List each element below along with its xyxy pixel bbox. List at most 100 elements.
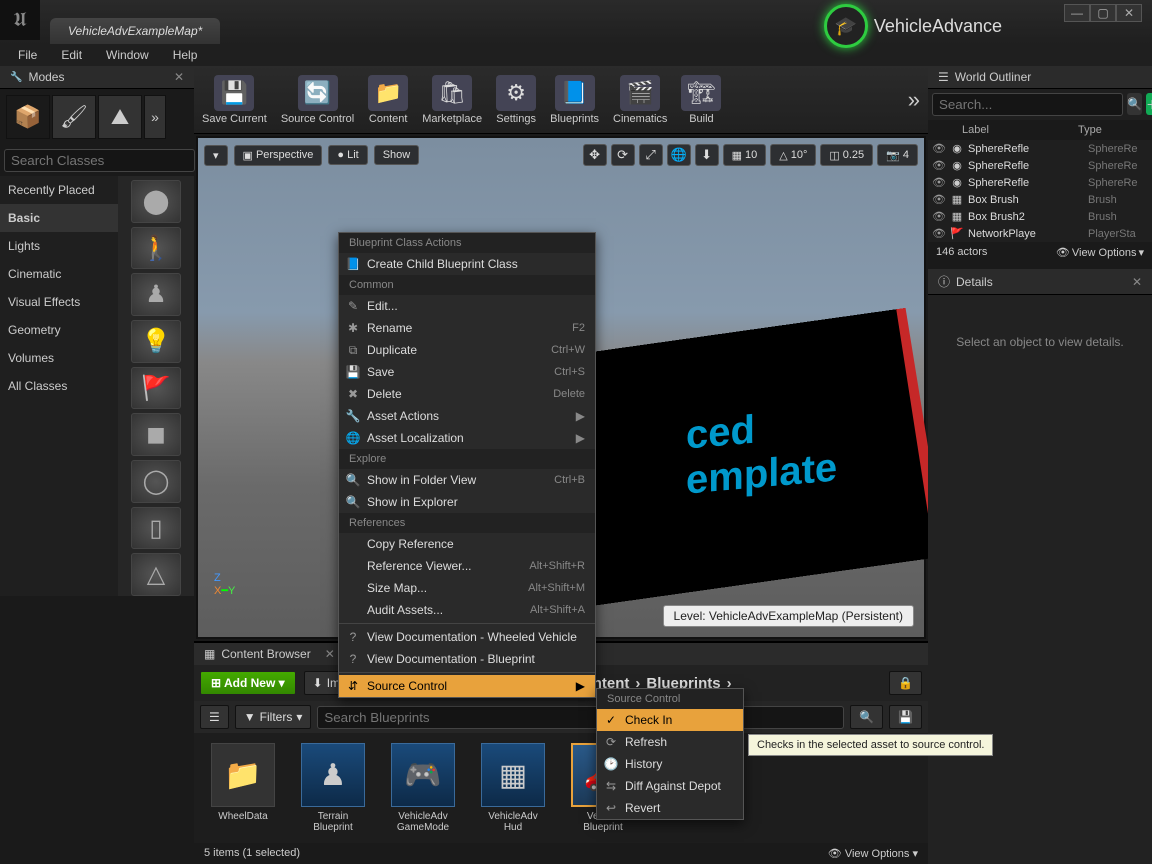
menu-file[interactable]: File: [8, 46, 47, 64]
grid-snap-button[interactable]: ▦ 10: [723, 144, 767, 166]
outliner-row[interactable]: 👁▦Box Brush2Brush: [928, 208, 1152, 225]
ctx-show-folder[interactable]: 🔍Show in Folder ViewCtrl+B: [339, 469, 595, 491]
place-mode-button[interactable]: 📦: [6, 95, 50, 139]
cat-volumes[interactable]: Volumes: [0, 344, 118, 372]
cat-geometry[interactable]: Geometry: [0, 316, 118, 344]
tutorial-hat-icon[interactable]: 🎓: [824, 4, 868, 48]
ctx-asset-localization[interactable]: 🌐Asset Localization▶: [339, 427, 595, 449]
ctx-audit-assets[interactable]: Audit Assets...Alt+Shift+A: [339, 599, 595, 621]
placeable-sphere2[interactable]: ◯: [131, 460, 181, 503]
settings-button[interactable]: ⚙Settings: [496, 75, 536, 125]
add-new-button[interactable]: ⊞ Add New ▾: [200, 671, 296, 695]
outliner-row[interactable]: 👁◉SphereRefleSphereRe: [928, 157, 1152, 174]
scale-snap-button[interactable]: ◫ 0.25: [820, 144, 873, 166]
marketplace-button[interactable]: 🛍Marketplace: [422, 75, 482, 125]
outliner-row[interactable]: 👁🚩NetworkPlayePlayerSta: [928, 225, 1152, 242]
cb-search-input[interactable]: [317, 706, 844, 729]
outliner-row[interactable]: 👁◉SphereRefleSphereRe: [928, 140, 1152, 157]
ctx-edit[interactable]: ✎Edit...: [339, 295, 595, 317]
ctx-rename[interactable]: ✱RenameF2: [339, 317, 595, 339]
submenu-diff[interactable]: ⇆Diff Against Depot: [597, 775, 743, 797]
eye-icon[interactable]: 👁: [932, 142, 946, 155]
build-button[interactable]: 🏗Build: [681, 75, 721, 125]
eye-icon[interactable]: 👁: [932, 210, 946, 223]
ctx-doc-blueprint[interactable]: ?View Documentation - Blueprint: [339, 648, 595, 670]
perspective-button[interactable]: ▣ Perspective: [234, 145, 323, 166]
submenu-check-in[interactable]: ✓Check In: [597, 709, 743, 731]
ue-logo[interactable]: 𝖀: [0, 0, 40, 40]
ctx-size-map[interactable]: Size Map...Alt+Shift+M: [339, 577, 595, 599]
cb-search-icon[interactable]: 🔍: [850, 705, 883, 729]
ctx-show-explorer[interactable]: 🔍Show in Explorer: [339, 491, 595, 513]
maximize-button[interactable]: ▢: [1090, 4, 1116, 22]
modes-search-input[interactable]: [4, 149, 195, 172]
ctx-asset-actions[interactable]: 🔧Asset Actions▶: [339, 405, 595, 427]
cat-cinematic[interactable]: Cinematic: [0, 260, 118, 288]
placeable-cube[interactable]: ◼: [131, 413, 181, 456]
surface-snap-button[interactable]: ⬇: [695, 144, 719, 166]
placeable-cone[interactable]: △: [131, 553, 181, 596]
outliner-search-input[interactable]: [932, 93, 1123, 116]
cat-basic[interactable]: Basic: [0, 204, 118, 232]
translate-tool-button[interactable]: ✥: [583, 144, 607, 166]
camera-speed-button[interactable]: 📷 4: [877, 144, 918, 166]
cat-recently-placed[interactable]: Recently Placed: [0, 176, 118, 204]
content-browser-close-icon[interactable]: ✕: [325, 647, 335, 661]
sources-button[interactable]: ☰: [200, 705, 229, 729]
outliner-view-options[interactable]: 👁 View Options ▾: [1056, 246, 1144, 259]
placeable-pointlight[interactable]: 💡: [131, 320, 181, 363]
col-label[interactable]: Label: [932, 124, 1078, 136]
ctx-copy-reference[interactable]: Copy Reference: [339, 533, 595, 555]
submenu-refresh[interactable]: ⟳Refresh: [597, 731, 743, 753]
cat-all-classes[interactable]: All Classes: [0, 372, 118, 400]
cat-visual-effects[interactable]: Visual Effects: [0, 288, 118, 316]
cinematics-button[interactable]: 🎬Cinematics: [613, 75, 667, 125]
asset-wheeldata[interactable]: 📁 WheelData: [208, 743, 278, 833]
save-current-button[interactable]: 💾Save Current: [202, 75, 267, 125]
close-button[interactable]: ✕: [1116, 4, 1142, 22]
outliner-row[interactable]: 👁◉SphereRefleSphereRe: [928, 174, 1152, 191]
ctx-source-control[interactable]: ⇵Source Control▶: [339, 675, 595, 697]
lit-button[interactable]: ● Lit: [328, 145, 367, 165]
details-close-icon[interactable]: ✕: [1132, 275, 1142, 289]
world-local-button[interactable]: 🌐: [667, 144, 691, 166]
eye-icon[interactable]: 👁: [932, 193, 946, 206]
source-control-button[interactable]: 🔄Source Control: [281, 75, 354, 125]
ctx-reference-viewer[interactable]: Reference Viewer...Alt+Shift+R: [339, 555, 595, 577]
modes-tab[interactable]: 🔧 Modes ✕: [0, 66, 194, 89]
more-modes-button[interactable]: »: [144, 95, 166, 139]
placeable-sphere[interactable]: ⬤: [131, 180, 181, 223]
cb-save-button[interactable]: 💾: [889, 705, 922, 729]
eye-icon[interactable]: 👁: [932, 227, 946, 240]
cat-lights[interactable]: Lights: [0, 232, 118, 260]
paint-mode-button[interactable]: 🖌: [52, 95, 96, 139]
placeable-playerstart[interactable]: 🚩: [131, 367, 181, 410]
blueprints-button[interactable]: 📘Blueprints: [550, 75, 599, 125]
ctx-delete[interactable]: ✖DeleteDelete: [339, 383, 595, 405]
menu-window[interactable]: Window: [96, 46, 159, 64]
ctx-save[interactable]: 💾SaveCtrl+S: [339, 361, 595, 383]
ctx-create-child-bp[interactable]: 📘Create Child Blueprint Class: [339, 253, 595, 275]
menu-edit[interactable]: Edit: [51, 46, 92, 64]
menu-help[interactable]: Help: [163, 46, 208, 64]
eye-icon[interactable]: 👁: [932, 159, 946, 172]
angle-snap-button[interactable]: △ 10°: [770, 144, 816, 166]
outliner-row[interactable]: 👁▦Box BrushBrush: [928, 191, 1152, 208]
add-actor-button[interactable]: ＋: [1146, 93, 1152, 115]
cb-view-options[interactable]: 👁 View Options ▾: [828, 847, 918, 860]
placeable-pawn[interactable]: ♟: [131, 273, 181, 316]
ctx-duplicate[interactable]: ⧉DuplicateCtrl+W: [339, 339, 595, 361]
modes-close-icon[interactable]: ✕: [174, 70, 184, 84]
filters-button[interactable]: ▼ Filters ▾: [235, 705, 312, 729]
toolbar-overflow-button[interactable]: »: [908, 87, 920, 113]
search-icon[interactable]: 🔍: [1127, 93, 1142, 115]
details-tab[interactable]: ⓘ Details ✕: [928, 269, 1152, 295]
asset-terrain-blueprint[interactable]: ♟ Terrain Blueprint: [298, 743, 368, 833]
minimize-button[interactable]: —: [1064, 4, 1090, 22]
show-button[interactable]: Show: [374, 145, 420, 165]
col-type[interactable]: Type: [1078, 124, 1148, 136]
asset-gamemode[interactable]: 🎮 VehicleAdv GameMode: [388, 743, 458, 833]
eye-icon[interactable]: 👁: [932, 176, 946, 189]
lock-button[interactable]: 🔒: [889, 671, 922, 695]
map-tab[interactable]: VehicleAdvExampleMap*: [50, 18, 220, 44]
